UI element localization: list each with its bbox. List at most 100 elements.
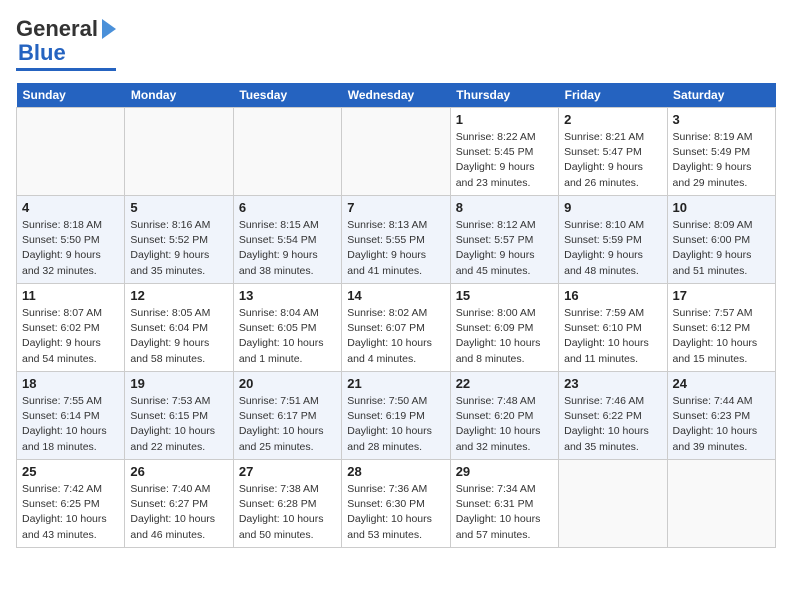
col-header-saturday: Saturday [667,83,775,108]
cell-info-text: Sunrise: 8:18 AM Sunset: 5:50 PM Dayligh… [22,218,119,279]
logo: General Blue [16,16,116,71]
calendar-cell: 14 Sunrise: 8:02 AM Sunset: 6:07 PM Dayli… [342,284,450,372]
cell-info-text: Sunrise: 8:09 AM Sunset: 6:00 PM Dayligh… [673,218,770,279]
calendar-table: SundayMondayTuesdayWednesdayThursdayFrid… [16,83,776,548]
day-number: 23 [564,376,661,391]
day-number: 8 [456,200,553,215]
day-number: 16 [564,288,661,303]
day-number: 11 [22,288,119,303]
calendar-cell [125,108,233,196]
cell-info-text: Sunrise: 8:22 AM Sunset: 5:45 PM Dayligh… [456,130,553,191]
calendar-cell [233,108,341,196]
cell-info-text: Sunrise: 7:42 AM Sunset: 6:25 PM Dayligh… [22,482,119,543]
cell-info-text: Sunrise: 7:34 AM Sunset: 6:31 PM Dayligh… [456,482,553,543]
calendar-cell [559,460,667,548]
logo-arrow-icon [102,19,116,39]
calendar-cell: 19 Sunrise: 7:53 AM Sunset: 6:15 PM Dayli… [125,372,233,460]
cell-info-text: Sunrise: 7:55 AM Sunset: 6:14 PM Dayligh… [22,394,119,455]
week-row-5: 25 Sunrise: 7:42 AM Sunset: 6:25 PM Dayli… [17,460,776,548]
calendar-cell: 22 Sunrise: 7:48 AM Sunset: 6:20 PM Dayli… [450,372,558,460]
day-number: 17 [673,288,770,303]
cell-info-text: Sunrise: 8:16 AM Sunset: 5:52 PM Dayligh… [130,218,227,279]
day-number: 18 [22,376,119,391]
cell-info-text: Sunrise: 8:05 AM Sunset: 6:04 PM Dayligh… [130,306,227,367]
cell-info-text: Sunrise: 7:57 AM Sunset: 6:12 PM Dayligh… [673,306,770,367]
day-number: 28 [347,464,444,479]
calendar-cell: 24 Sunrise: 7:44 AM Sunset: 6:23 PM Dayli… [667,372,775,460]
calendar-cell: 16 Sunrise: 7:59 AM Sunset: 6:10 PM Dayli… [559,284,667,372]
cell-info-text: Sunrise: 7:53 AM Sunset: 6:15 PM Dayligh… [130,394,227,455]
cell-info-text: Sunrise: 8:04 AM Sunset: 6:05 PM Dayligh… [239,306,336,367]
logo-text-blue: Blue [18,40,66,66]
calendar-cell: 15 Sunrise: 8:00 AM Sunset: 6:09 PM Dayli… [450,284,558,372]
day-number: 10 [673,200,770,215]
calendar-cell: 4 Sunrise: 8:18 AM Sunset: 5:50 PM Daylig… [17,196,125,284]
day-number: 22 [456,376,553,391]
calendar-cell [17,108,125,196]
calendar-cell: 9Sunrise: 8:10 AM Sunset: 5:59 PM Daylig… [559,196,667,284]
calendar-cell: 5 Sunrise: 8:16 AM Sunset: 5:52 PM Daylig… [125,196,233,284]
day-number: 29 [456,464,553,479]
calendar-cell: 12Sunrise: 8:05 AM Sunset: 6:04 PM Dayli… [125,284,233,372]
cell-info-text: Sunrise: 8:12 AM Sunset: 5:57 PM Dayligh… [456,218,553,279]
day-number: 5 [130,200,227,215]
cell-info-text: Sunrise: 7:59 AM Sunset: 6:10 PM Dayligh… [564,306,661,367]
cell-info-text: Sunrise: 7:44 AM Sunset: 6:23 PM Dayligh… [673,394,770,455]
col-header-sunday: Sunday [17,83,125,108]
day-number: 25 [22,464,119,479]
calendar-cell: 1Sunrise: 8:22 AM Sunset: 5:45 PM Daylig… [450,108,558,196]
day-number: 20 [239,376,336,391]
cell-info-text: Sunrise: 7:48 AM Sunset: 6:20 PM Dayligh… [456,394,553,455]
calendar-cell: 23 Sunrise: 7:46 AM Sunset: 6:22 PM Dayli… [559,372,667,460]
calendar-cell: 8 Sunrise: 8:12 AM Sunset: 5:57 PM Daylig… [450,196,558,284]
cell-info-text: Sunrise: 8:15 AM Sunset: 5:54 PM Dayligh… [239,218,336,279]
cell-info-text: Sunrise: 8:19 AM Sunset: 5:49 PM Dayligh… [673,130,770,191]
week-row-1: 1Sunrise: 8:22 AM Sunset: 5:45 PM Daylig… [17,108,776,196]
col-header-thursday: Thursday [450,83,558,108]
day-number: 3 [673,112,770,127]
day-number: 27 [239,464,336,479]
calendar-cell: 6 Sunrise: 8:15 AM Sunset: 5:54 PM Daylig… [233,196,341,284]
cell-info-text: Sunrise: 7:36 AM Sunset: 6:30 PM Dayligh… [347,482,444,543]
col-header-tuesday: Tuesday [233,83,341,108]
page-header: General Blue [16,16,776,71]
day-number: 19 [130,376,227,391]
day-number: 24 [673,376,770,391]
calendar-cell: 7 Sunrise: 8:13 AM Sunset: 5:55 PM Daylig… [342,196,450,284]
cell-info-text: Sunrise: 7:51 AM Sunset: 6:17 PM Dayligh… [239,394,336,455]
calendar-cell: 20 Sunrise: 7:51 AM Sunset: 6:17 PM Dayli… [233,372,341,460]
cell-info-text: Sunrise: 7:50 AM Sunset: 6:19 PM Dayligh… [347,394,444,455]
col-header-monday: Monday [125,83,233,108]
cell-info-text: Sunrise: 8:02 AM Sunset: 6:07 PM Dayligh… [347,306,444,367]
calendar-header-row: SundayMondayTuesdayWednesdayThursdayFrid… [17,83,776,108]
calendar-cell: 3 Sunrise: 8:19 AM Sunset: 5:49 PM Daylig… [667,108,775,196]
calendar-cell: 10 Sunrise: 8:09 AM Sunset: 6:00 PM Dayli… [667,196,775,284]
logo-underline [16,68,116,71]
logo-text-general: General [16,16,98,42]
cell-info-text: Sunrise: 8:10 AM Sunset: 5:59 PM Dayligh… [564,218,661,279]
calendar-cell: 29 Sunrise: 7:34 AM Sunset: 6:31 PM Dayli… [450,460,558,548]
cell-info-text: Sunrise: 8:13 AM Sunset: 5:55 PM Dayligh… [347,218,444,279]
calendar-cell: 11 Sunrise: 8:07 AM Sunset: 6:02 PM Dayli… [17,284,125,372]
calendar-cell: 18 Sunrise: 7:55 AM Sunset: 6:14 PM Dayli… [17,372,125,460]
calendar-cell: 28 Sunrise: 7:36 AM Sunset: 6:30 PM Dayli… [342,460,450,548]
cell-info-text: Sunrise: 7:38 AM Sunset: 6:28 PM Dayligh… [239,482,336,543]
calendar-cell: 2Sunrise: 8:21 AM Sunset: 5:47 PM Daylig… [559,108,667,196]
col-header-friday: Friday [559,83,667,108]
cell-info-text: Sunrise: 7:46 AM Sunset: 6:22 PM Dayligh… [564,394,661,455]
week-row-2: 4 Sunrise: 8:18 AM Sunset: 5:50 PM Daylig… [17,196,776,284]
calendar-cell [342,108,450,196]
cell-info-text: Sunrise: 7:40 AM Sunset: 6:27 PM Dayligh… [130,482,227,543]
calendar-cell: 21Sunrise: 7:50 AM Sunset: 6:19 PM Dayli… [342,372,450,460]
day-number: 26 [130,464,227,479]
calendar-cell: 13Sunrise: 8:04 AM Sunset: 6:05 PM Dayli… [233,284,341,372]
day-number: 4 [22,200,119,215]
day-number: 14 [347,288,444,303]
day-number: 7 [347,200,444,215]
cell-info-text: Sunrise: 8:07 AM Sunset: 6:02 PM Dayligh… [22,306,119,367]
cell-info-text: Sunrise: 8:00 AM Sunset: 6:09 PM Dayligh… [456,306,553,367]
calendar-cell: 26 Sunrise: 7:40 AM Sunset: 6:27 PM Dayli… [125,460,233,548]
day-number: 15 [456,288,553,303]
calendar-cell: 17 Sunrise: 7:57 AM Sunset: 6:12 PM Dayli… [667,284,775,372]
day-number: 6 [239,200,336,215]
